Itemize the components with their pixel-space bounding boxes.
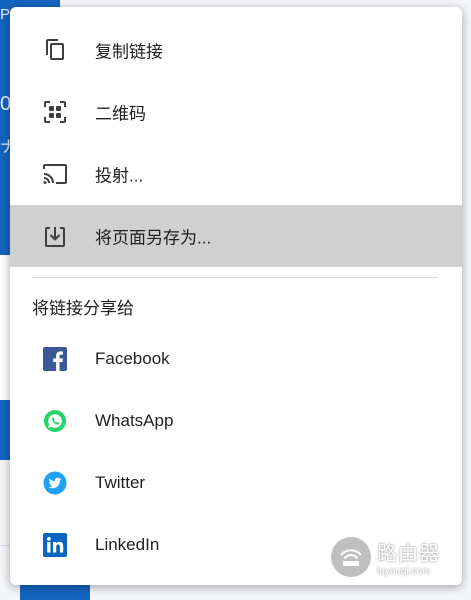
menu-item-cast[interactable]: 投射... xyxy=(10,143,462,205)
watermark-url: luyouqi.com xyxy=(377,566,431,577)
menu-item-label: 将页面另存为... xyxy=(95,228,212,248)
menu-item-qr-code[interactable]: 二维码 xyxy=(10,81,462,143)
share-item-label: Facebook xyxy=(95,349,170,368)
menu-item-copy-link[interactable]: 复制链接 xyxy=(10,19,462,81)
copy-icon xyxy=(42,37,68,63)
menu-item-label: 投射... xyxy=(95,166,144,186)
menu-item-label: 二维码 xyxy=(95,104,146,124)
menu-item-label: 复制链接 xyxy=(95,42,163,62)
share-item-facebook[interactable]: Facebook xyxy=(10,328,462,390)
cast-icon xyxy=(42,161,68,187)
whatsapp-icon xyxy=(42,408,68,434)
save-download-icon xyxy=(42,223,68,249)
share-item-whatsapp[interactable]: WhatsApp xyxy=(10,390,462,452)
menu-divider xyxy=(32,277,438,278)
share-item-label: Twitter xyxy=(95,473,146,492)
share-item-label: WhatsApp xyxy=(95,411,174,430)
linkedin-icon xyxy=(42,532,68,558)
watermark-logo-icon xyxy=(331,537,371,577)
share-item-twitter[interactable]: Twitter xyxy=(10,452,462,514)
twitter-icon xyxy=(42,470,68,496)
facebook-icon xyxy=(42,346,68,372)
menu-item-save-page-as[interactable]: 将页面另存为... xyxy=(10,205,462,267)
watermark-text: 路由器 xyxy=(377,543,440,565)
qr-code-icon xyxy=(42,99,68,125)
watermark: 路由器 luyouqi.com xyxy=(331,537,440,577)
share-item-label: LinkedIn xyxy=(95,535,160,554)
share-menu-popup: 复制链接 二维码 投射... 将页面另存为... 将链接分享给 Facebook… xyxy=(10,7,462,585)
share-section-title: 将链接分享给 xyxy=(32,299,134,318)
